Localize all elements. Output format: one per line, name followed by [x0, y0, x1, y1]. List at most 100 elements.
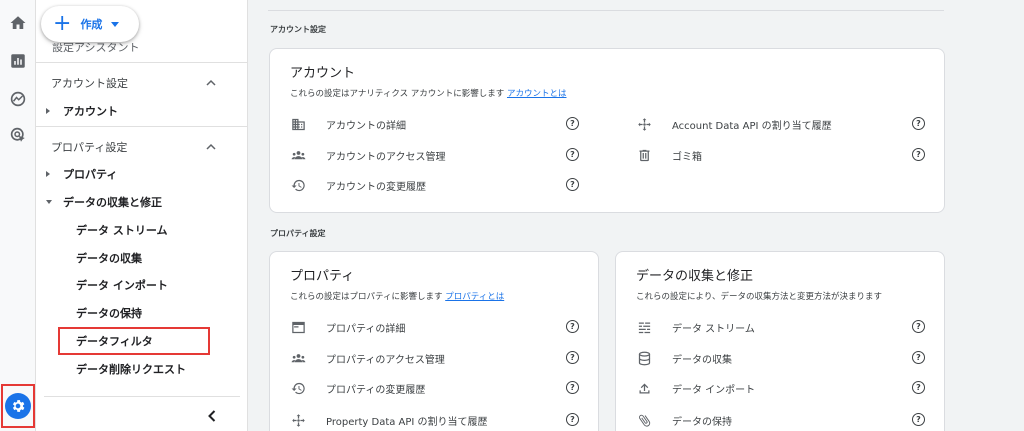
- create-button-label: 作成: [80, 18, 103, 31]
- sidebar-item-property[interactable]: プロパティ: [36, 161, 248, 187]
- property-info-link[interactable]: プロパティとは: [445, 292, 504, 302]
- row-label: プロパティの変更履歴: [326, 384, 426, 396]
- reports-icon[interactable]: [5, 48, 31, 74]
- window-icon: [290, 319, 306, 335]
- property-settings-header[interactable]: プロパティ設定: [36, 132, 248, 162]
- sidebar-subitem-label: データ削除リクエスト: [76, 363, 186, 376]
- row-label: ゴミ箱: [672, 151, 702, 163]
- account-access-row[interactable]: アカウントのアクセス管理 ?: [290, 144, 585, 166]
- history-icon: [290, 380, 306, 396]
- row-label: アカウントの変更履歴: [326, 181, 426, 193]
- streams-icon: [636, 319, 652, 335]
- row-label: アカウントの詳細: [326, 120, 406, 132]
- account-card-description: これらの設定はアナリティクス アカウントに影響します アカウントとは: [290, 87, 567, 99]
- explore-icon[interactable]: [5, 86, 31, 112]
- row-label: データ インポート: [672, 384, 756, 396]
- account-details-row[interactable]: アカウントの詳細 ?: [290, 113, 585, 135]
- help-icon[interactable]: ?: [566, 413, 579, 426]
- people-icon: [290, 350, 306, 366]
- property-access-row[interactable]: プロパティのアクセス管理 ?: [290, 347, 585, 369]
- row-label: データの保持: [672, 416, 732, 428]
- collapse-arrow-icon: [46, 200, 52, 204]
- divider: [36, 62, 248, 63]
- create-button[interactable]: + 作成: [41, 6, 139, 42]
- trash-row[interactable]: ゴミ箱 ?: [636, 144, 926, 166]
- history-icon: [290, 177, 306, 193]
- account-info-link[interactable]: アカウントとは: [507, 89, 567, 99]
- data-filters-highlight: [58, 327, 210, 355]
- account-card: アカウント これらの設定はアナリティクス アカウントに影響します アカウントとは…: [269, 48, 945, 213]
- sidebar-subitem-label: データの収集: [76, 252, 142, 265]
- help-icon[interactable]: ?: [566, 351, 579, 364]
- help-icon[interactable]: ?: [566, 148, 579, 161]
- help-icon[interactable]: ?: [566, 178, 579, 191]
- row-label: プロパティのアクセス管理: [326, 354, 445, 366]
- sidebar-subitem-label: データの保持: [76, 307, 142, 320]
- property-settings-group-label: プロパティ設定: [270, 229, 326, 238]
- sidebar-subitem-label: データ ストリーム: [76, 224, 168, 237]
- sidebar-subitem-data-deletion[interactable]: データ削除リクエスト: [36, 356, 248, 382]
- help-icon[interactable]: ?: [912, 320, 925, 333]
- sidebar-subitem-data-collection[interactable]: データの収集: [36, 245, 248, 271]
- upload-icon: [636, 380, 652, 396]
- account-data-api-row[interactable]: Account Data API の割り当て履歴 ?: [636, 113, 926, 135]
- row-label: データの収集: [672, 354, 732, 366]
- admin-sidebar: + 作成 設定アシスタント アカウント設定 アカウント プロパティ設定 プロパテ…: [36, 0, 248, 431]
- attach-icon: [636, 412, 652, 428]
- property-settings-label: プロパティ設定: [51, 141, 128, 154]
- help-icon[interactable]: ?: [912, 148, 925, 161]
- account-settings-header[interactable]: アカウント設定: [36, 68, 248, 98]
- sidebar-subitem-data-streams[interactable]: データ ストリーム: [36, 217, 248, 243]
- property-card-desc-text: これらの設定はプロパティに影響します: [290, 292, 443, 302]
- help-icon[interactable]: ?: [566, 320, 579, 333]
- nav-rail: [0, 0, 36, 431]
- chevron-up-icon: [206, 79, 216, 86]
- sidebar-subitem-data-import[interactable]: データ インポート: [36, 272, 248, 298]
- divider: [268, 10, 944, 11]
- row-label: データ ストリーム: [672, 323, 755, 335]
- home-icon[interactable]: [5, 10, 31, 36]
- expand-arrow-icon: [46, 171, 50, 177]
- data-card-description: これらの設定により、データの収集方法と変更方法が決まります: [636, 292, 882, 302]
- row-label: Account Data API の割り当て履歴: [672, 120, 832, 132]
- divider: [36, 126, 248, 127]
- help-icon[interactable]: ?: [912, 351, 925, 364]
- account-change-history-row[interactable]: アカウントの変更履歴 ?: [290, 174, 585, 196]
- help-icon[interactable]: ?: [912, 381, 925, 394]
- advertising-icon[interactable]: [5, 122, 31, 148]
- help-icon[interactable]: ?: [912, 413, 925, 426]
- database-icon: [636, 350, 652, 366]
- move-icon: [290, 412, 306, 428]
- sidebar-item-label: プロパティ: [63, 168, 118, 181]
- row-label: アカウントのアクセス管理: [326, 151, 446, 163]
- sidebar-item-account[interactable]: アカウント: [36, 98, 248, 124]
- data-collection-row[interactable]: データの収集 ?: [636, 347, 926, 369]
- property-change-history-row[interactable]: プロパティの変更履歴 ?: [290, 377, 585, 399]
- data-retention-row[interactable]: データの保持 ?: [636, 409, 926, 431]
- sidebar-subitem-label: データ インポート: [76, 279, 168, 292]
- account-settings-label: アカウント設定: [51, 77, 128, 90]
- sidebar-item-data-collection[interactable]: データの収集と修正: [36, 189, 248, 215]
- chevron-left-icon: [208, 410, 216, 422]
- help-icon[interactable]: ?: [566, 381, 579, 394]
- account-card-desc-text: これらの設定はアナリティクス アカウントに影響します: [290, 89, 505, 99]
- trash-icon: [636, 147, 652, 163]
- admin-settings-highlight[interactable]: [1, 384, 35, 428]
- divider: [44, 396, 240, 397]
- setup-assistant-item[interactable]: 設定アシスタント: [52, 43, 140, 53]
- collapse-sidebar-button[interactable]: [204, 408, 220, 424]
- gear-icon[interactable]: [5, 393, 31, 419]
- help-icon[interactable]: ?: [566, 117, 579, 130]
- sidebar-subitem-data-retention[interactable]: データの保持: [36, 300, 248, 326]
- help-icon[interactable]: ?: [912, 117, 925, 130]
- property-data-api-row[interactable]: Property Data API の割り当て履歴 ?: [290, 409, 585, 431]
- sidebar-item-label: データの収集と修正: [63, 196, 162, 209]
- chevron-up-icon: [206, 143, 216, 150]
- property-details-row[interactable]: プロパティの詳細 ?: [290, 316, 585, 338]
- property-card: プロパティ これらの設定はプロパティに影響します プロパティとは プロパティの詳…: [269, 251, 599, 431]
- plus-icon: +: [53, 11, 72, 36]
- data-import-row[interactable]: データ インポート ?: [636, 377, 926, 399]
- property-card-description: これらの設定はプロパティに影響します プロパティとは: [290, 290, 504, 302]
- building-icon: [290, 116, 306, 132]
- data-streams-row[interactable]: データ ストリーム ?: [636, 316, 926, 338]
